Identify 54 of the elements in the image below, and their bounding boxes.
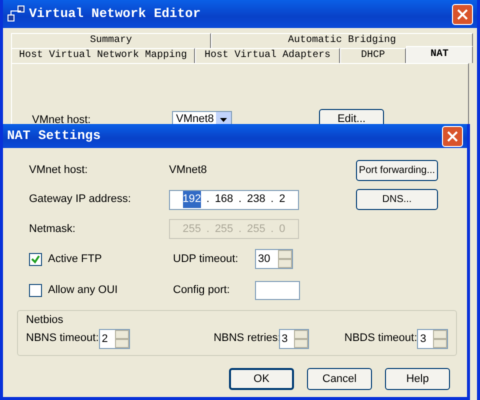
field-label: VMnet host: [29,164,88,176]
ip-address-field[interactable]: 192 . 168 . 238 . 2 [169,190,299,210]
ip-octet: 0 [279,222,286,237]
spin-box[interactable]: 30 [255,249,293,269]
close-button[interactable] [442,126,463,146]
dialog-button[interactable]: Help [385,368,450,390]
checkbox[interactable] [29,252,42,266]
network-icon [7,5,25,23]
field-label: NBNS retries: [214,331,279,346]
tab[interactable]: DHCP [340,48,406,63]
checkbox[interactable] [29,284,42,297]
dialog-button[interactable]: Cancel [307,368,372,390]
group-title: Netbios [26,313,64,328]
ip-octet: 192 [182,191,202,208]
ip-octet: 168 [214,192,234,208]
checkbox-label: Allow any OUI [48,283,118,298]
dot-separator: . [270,192,274,208]
tab[interactable]: Host Virtual Adapters [195,48,340,63]
tab[interactable]: NAT [406,46,473,63]
ip-octet: 238 [246,192,266,208]
ip-octet: 255 [246,222,266,237]
field-label: Config port: [172,283,231,298]
dialog-button[interactable]: OK [229,368,294,390]
close-button[interactable] [452,4,473,24]
dot-separator: . [206,192,210,208]
spin-box[interactable]: 2 [98,328,130,348]
spin-box[interactable]: 3 [278,328,310,348]
tab[interactable]: Host Virtual Network Mapping [11,48,195,63]
checkmark-icon [31,254,40,264]
tab[interactable]: Summary [11,33,211,48]
window-title: NAT Settings [7,127,101,146]
config-port-field[interactable] [255,281,300,300]
ip-octet: 255 [182,222,202,237]
checkbox-label: Active FTP [48,252,102,267]
dns-button[interactable]: DNS... [356,189,438,210]
field-label: NBDS timeout: [344,331,418,346]
field-label: NBNS timeout: [26,331,99,346]
ip-octet: 2 [279,192,286,208]
dot-separator: . [238,192,242,208]
dot-separator: . [270,222,274,237]
dot-separator: . [238,222,242,237]
dot-separator: . [206,222,210,237]
window-title: Virtual Network Editor [29,5,201,24]
field-label: UDP timeout: [172,252,240,267]
field-label: Gateway IP address: [29,193,131,206]
field-value: VMnet8 [169,164,207,176]
port-forwarding-button[interactable]: Port forwarding... [356,160,438,181]
field-label: VMnet host: [32,112,92,128]
ip-octet: 255 [214,222,234,237]
tab[interactable]: Automatic Bridging [211,33,473,48]
close-icon [457,8,468,20]
field-label: Netmask: [29,222,76,235]
spin-box[interactable]: 3 [417,328,448,348]
close-icon [447,130,458,142]
